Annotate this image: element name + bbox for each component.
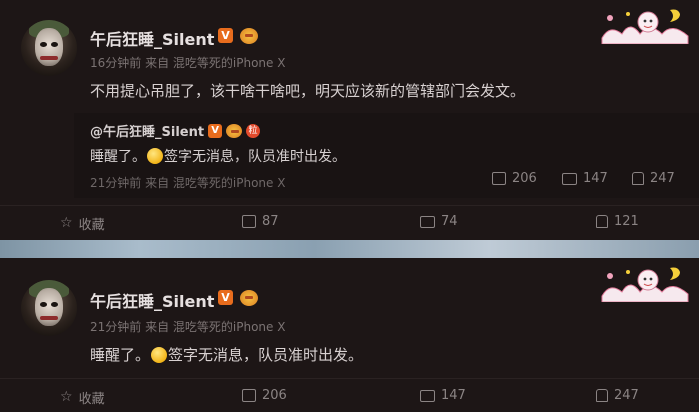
quoted-comment-button[interactable]: 147 [562, 171, 608, 186]
quoted-text: 睡醒了。 签字无消息，队员准时出发。 [90, 148, 346, 165]
crown-icon [226, 123, 243, 138]
smiley-emoji-icon [147, 148, 163, 164]
comment-icon [420, 389, 435, 402]
share-button[interactable]: 87 [242, 214, 279, 229]
star-icon: ☆ [60, 389, 73, 405]
username[interactable]: 午后狂睡_Silent [90, 26, 214, 50]
avatar[interactable] [21, 20, 77, 76]
like-icon [596, 215, 608, 228]
crown-icon [240, 290, 258, 306]
comment-icon [420, 215, 435, 228]
verified-badge-icon: V [218, 28, 233, 43]
quoted-username[interactable]: @午后狂睡_Silent [90, 121, 204, 140]
post-text: 不用提心吊胆了，该干啥干啥吧，明天应该新的管辖部门会发文。 [90, 82, 526, 100]
post-meta: 16分钟前 来自 混吃等死的iPhone X [90, 56, 286, 70]
divider [0, 205, 699, 206]
post-meta: 21分钟前 来自 混吃等死的iPhone X [90, 320, 286, 334]
divider [0, 378, 699, 379]
background-strip [0, 240, 699, 258]
share-icon [242, 215, 256, 228]
star-icon: ☆ [60, 215, 73, 231]
card-decoration-icon [601, 267, 689, 302]
like-button[interactable]: 247 [596, 388, 639, 403]
weibo-post-1: 午后狂睡_Silent V 16分钟前 来自 混吃等死的iPhone X 不用提… [0, 0, 699, 240]
quoted-share-button[interactable]: 206 [492, 171, 537, 186]
favorite-button[interactable]: ☆ 收藏 [60, 214, 105, 233]
smiley-emoji-icon [151, 347, 168, 363]
crown-icon [240, 28, 258, 44]
like-icon [596, 389, 608, 402]
comment-button[interactable]: 147 [420, 388, 466, 403]
red-badge-icon: 粒 [246, 123, 261, 138]
favorite-button[interactable]: ☆ 收藏 [60, 388, 105, 407]
comment-icon [562, 172, 577, 185]
share-icon [242, 389, 256, 402]
comment-button[interactable]: 74 [420, 214, 458, 229]
weibo-post-2: 午后狂睡_Silent V 21分钟前 来自 混吃等死的iPhone X 睡醒了… [0, 258, 699, 412]
share-button[interactable]: 206 [242, 388, 287, 403]
post-text: 睡醒了。 签字无消息，队员准时出发。 [90, 346, 364, 364]
verified-badge-icon: V [218, 290, 233, 305]
quoted-post[interactable]: @午后狂睡_Silent V 粒 睡醒了。 签字无消息，队员准时出发。 21分钟前… [74, 113, 699, 198]
share-icon [492, 172, 506, 185]
quoted-like-button[interactable]: 247 [632, 171, 675, 186]
username[interactable]: 午后狂睡_Silent [90, 288, 214, 312]
verified-badge-icon: V [208, 123, 223, 138]
avatar[interactable] [21, 280, 77, 336]
like-button[interactable]: 121 [596, 214, 639, 229]
card-decoration-icon [601, 9, 689, 44]
quoted-meta: 21分钟前 来自 混吃等死的iPhone X [90, 176, 286, 190]
like-icon [632, 172, 644, 185]
